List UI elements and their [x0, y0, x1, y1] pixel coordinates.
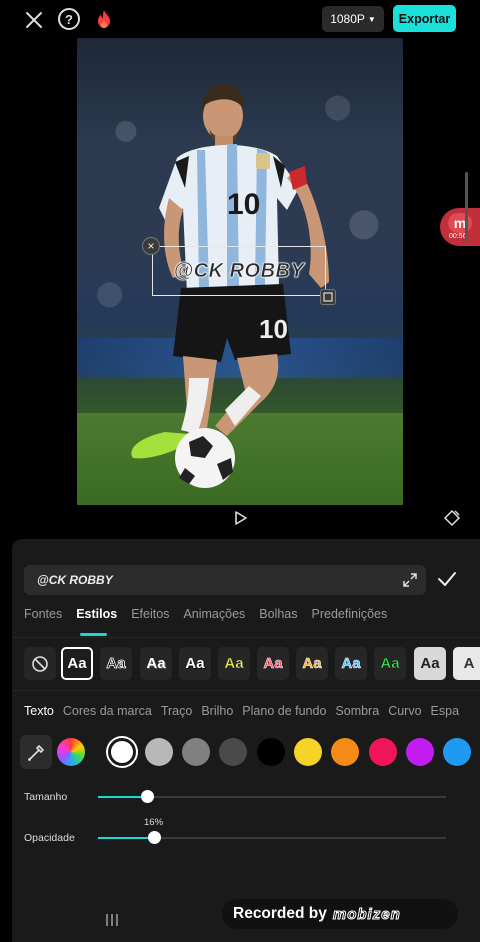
style-preset-label: Aa	[224, 655, 244, 673]
export-button[interactable]: Exportar	[393, 5, 456, 32]
opacity-slider-fill	[98, 837, 154, 839]
style-preset[interactable]: Aa	[179, 647, 211, 680]
style-preset-label: Aa	[302, 655, 322, 673]
tab-efeitos[interactable]: Efeitos	[131, 607, 169, 627]
style-preset[interactable]: Aa	[218, 647, 250, 680]
color-swatch[interactable]	[108, 738, 136, 766]
keyframe-icon[interactable]	[442, 508, 462, 528]
size-slider-knob[interactable]	[141, 790, 154, 803]
style-preset-label: Aa	[263, 655, 283, 673]
text-input-value: @CK ROBBY	[37, 573, 113, 587]
editor-tabs: Fontes Estilos Efeitos Animações Bolhas …	[24, 607, 387, 627]
confirm-check-icon[interactable]	[436, 568, 458, 590]
active-tab-indicator	[80, 633, 107, 636]
recent-apps-icon[interactable]	[104, 913, 120, 927]
color-swatch[interactable]	[182, 738, 210, 766]
style-presets-row: Aa Aa Aa Aa Aa Aa Aa Aa Aa Aa A	[24, 647, 480, 681]
style-none-icon[interactable]	[24, 647, 56, 680]
svg-text:10: 10	[259, 314, 288, 344]
resize-handle-icon[interactable]	[320, 289, 336, 305]
text-overlay-box[interactable]: @CK ROBBY	[152, 246, 326, 296]
custom-color-picker-icon[interactable]	[57, 738, 85, 766]
svg-text:10: 10	[227, 188, 260, 221]
size-slider-fill	[98, 796, 147, 798]
color-swatch[interactable]	[219, 738, 247, 766]
style-preset[interactable]: Aa	[296, 647, 328, 680]
tab-animacoes[interactable]: Animações	[183, 607, 245, 627]
subtab-texto[interactable]: Texto	[24, 704, 54, 718]
style-preset-label: Aa	[420, 655, 440, 672]
style-preset-label: Aa	[146, 655, 166, 672]
recorded-by-label: Recorded by	[233, 905, 327, 922]
divider	[12, 637, 480, 638]
subtab-espacamento[interactable]: Espa	[431, 704, 460, 718]
flame-icon[interactable]	[94, 8, 114, 30]
close-icon[interactable]	[22, 8, 46, 32]
style-preset-label: Aa	[185, 655, 205, 672]
style-preset[interactable]: Aa	[100, 647, 132, 680]
size-slider-label: Tamanho	[24, 791, 68, 803]
color-swatch[interactable]	[145, 738, 173, 766]
eyedropper-icon[interactable]	[20, 735, 52, 769]
delete-text-icon[interactable]: ×	[142, 237, 160, 255]
style-preset-label: A	[463, 655, 475, 672]
style-preset-label: Aa	[106, 655, 126, 673]
subtab-cores-da-marca[interactable]: Cores da marca	[63, 704, 152, 718]
style-preset[interactable]: Aa	[374, 647, 406, 680]
subtab-traco[interactable]: Traço	[161, 704, 193, 718]
style-preset-label: Aa	[67, 655, 87, 672]
screen-recorder-badge[interactable]: m 00:56	[440, 208, 480, 246]
text-input-field[interactable]: @CK ROBBY	[24, 565, 426, 595]
style-preset-label: Aa	[380, 655, 400, 673]
opacity-slider-knob[interactable]	[148, 831, 161, 844]
opacity-slider[interactable]	[98, 831, 446, 844]
subtab-brilho[interactable]: Brilho	[201, 704, 233, 718]
style-preset[interactable]: Aa	[414, 647, 446, 680]
color-swatch[interactable]	[369, 738, 397, 766]
play-icon[interactable]	[230, 508, 250, 528]
tab-bolhas[interactable]: Bolhas	[259, 607, 297, 627]
color-palette	[18, 735, 480, 771]
opacity-value: 16%	[144, 817, 164, 828]
color-swatch[interactable]	[331, 738, 359, 766]
opacity-slider-label: Opacidade	[24, 832, 75, 844]
resolution-dropdown[interactable]: 1080P ▼	[322, 6, 384, 32]
tab-estilos[interactable]: Estilos	[76, 607, 117, 627]
side-scroll-indicator	[465, 172, 468, 242]
top-bar: ? 1080P ▼ Exportar	[0, 0, 480, 40]
style-preset[interactable]: A	[453, 647, 480, 680]
subtab-plano-de-fundo[interactable]: Plano de fundo	[242, 704, 326, 718]
caret-down-icon: ▼	[367, 14, 376, 24]
style-preset[interactable]: Aa	[257, 647, 289, 680]
tab-predefinicoes[interactable]: Predefinições	[312, 607, 388, 627]
subtab-curvo[interactable]: Curvo	[388, 704, 421, 718]
recorder-logo: m	[448, 213, 472, 233]
style-preset[interactable]: Aa	[61, 647, 93, 680]
recorder-watermark: Recorded by mobizen	[222, 899, 458, 929]
tab-fontes[interactable]: Fontes	[24, 607, 62, 627]
size-slider[interactable]	[98, 790, 446, 803]
style-preset[interactable]: Aa	[335, 647, 367, 680]
help-label: ?	[65, 11, 73, 27]
divider	[12, 690, 480, 691]
help-icon[interactable]: ?	[58, 8, 80, 30]
subtab-sombra[interactable]: Sombra	[335, 704, 379, 718]
color-swatch[interactable]	[257, 738, 285, 766]
color-swatch[interactable]	[443, 738, 471, 766]
color-swatch[interactable]	[294, 738, 322, 766]
style-preset[interactable]: Aa	[140, 647, 172, 680]
expand-icon[interactable]	[402, 572, 418, 588]
style-preset-label: Aa	[341, 655, 361, 673]
color-swatch[interactable]	[406, 738, 434, 766]
resolution-label: 1080P	[330, 12, 365, 26]
recorder-time: 00:56	[449, 233, 467, 240]
style-subtabs: Texto Cores da marca Traço Brilho Plano …	[24, 704, 480, 718]
mobizen-logo: mobizen	[332, 905, 401, 923]
overlay-text: @CK ROBBY	[173, 259, 305, 282]
